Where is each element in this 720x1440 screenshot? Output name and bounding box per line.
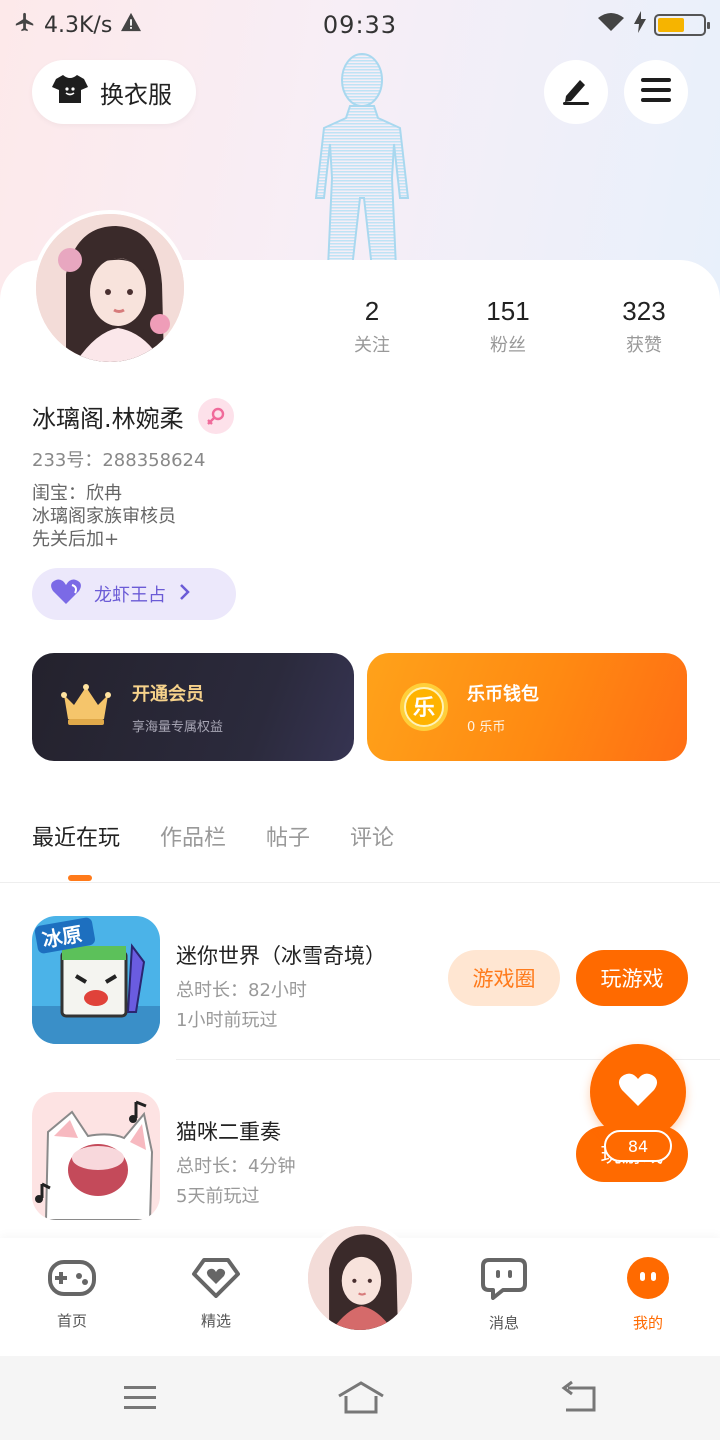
back-arrow-icon: [558, 1380, 602, 1422]
game-last-played: 1小时前玩过: [176, 1010, 278, 1031]
game-list-item[interactable]: 冰原 迷你世界（冰雪奇境） 总时长：82小时 1小时前玩过 游戏圈 玩游戏: [0, 884, 720, 1060]
charging-icon: [633, 11, 646, 39]
wifi-icon: [596, 11, 626, 39]
pen-icon: [560, 74, 592, 110]
nav-messages[interactable]: 消息: [456, 1256, 552, 1333]
coin-glyph: 乐: [413, 696, 435, 721]
nav-center-avatar[interactable]: [304, 1222, 416, 1334]
nickname: 冰璃阁.林婉柔: [32, 404, 184, 433]
chat-icon: [481, 1256, 527, 1304]
stat-label: 获赞: [626, 335, 662, 356]
profile-stats: 2 关注 151 粉丝 323 获赞: [304, 296, 712, 357]
chevron-right-icon: [178, 583, 190, 606]
play-game-button[interactable]: 玩游戏: [576, 950, 688, 1006]
profile-nickname-row: 冰璃阁.林婉柔: [32, 398, 234, 434]
active-tab-indicator: [68, 875, 92, 881]
menu-button[interactable]: [624, 60, 688, 124]
home-button[interactable]: [336, 1378, 386, 1418]
bio-line: 先关后加+: [32, 529, 120, 550]
bio-line: 闺宝：欣冉: [32, 483, 122, 504]
avatar-figure-icon[interactable]: [300, 48, 424, 268]
wallet-card[interactable]: 乐 乐币钱包 0 乐币: [367, 653, 687, 761]
status-bar: 4.3K/s 09:33: [0, 0, 720, 50]
status-time: 09:33: [322, 11, 398, 39]
nav-me[interactable]: 我的: [600, 1256, 696, 1333]
female-gender-icon: [197, 398, 234, 434]
nav-home[interactable]: 首页: [24, 1256, 120, 1331]
nav-label: 我的: [632, 1314, 663, 1332]
stat-label: 粉丝: [490, 335, 526, 356]
home-outline-icon: [336, 1381, 386, 1422]
bio-line: 冰璃阁家族审核员: [32, 506, 176, 527]
back-button[interactable]: [558, 1378, 602, 1418]
coin-icon: 乐: [399, 682, 449, 732]
stat-label: 关注: [354, 335, 390, 356]
stat-likes[interactable]: 323 获赞: [576, 296, 712, 357]
heart-diamond-icon: [191, 1256, 241, 1302]
change-outfit-button[interactable]: 换衣服: [32, 60, 196, 124]
like-count-badge: 84: [604, 1130, 672, 1162]
tab-recently-played[interactable]: 最近在玩: [32, 820, 120, 852]
warning-icon: [120, 12, 142, 38]
floating-like-button[interactable]: [590, 1044, 686, 1140]
profile-tag-pill[interactable]: 龙虾王占: [32, 568, 236, 620]
nav-label: 首页: [56, 1312, 87, 1330]
tabs-divider: [0, 882, 720, 883]
content-tabs: 最近在玩 作品栏 帖子 评论: [32, 820, 394, 852]
airplane-icon: [14, 11, 36, 39]
game-circle-button[interactable]: 游戏圈: [448, 950, 560, 1006]
nav-featured[interactable]: 精选: [168, 1256, 264, 1331]
game-total-time: 总时长：4分钟: [176, 1156, 296, 1177]
stat-value: 151: [486, 296, 530, 326]
gamepad-icon: [47, 1256, 97, 1302]
stat-following[interactable]: 2 关注: [304, 296, 440, 357]
tag-label: 龙虾王占: [94, 585, 166, 606]
vip-subtitle: 享海量专属权益: [132, 719, 224, 735]
edit-profile-button[interactable]: [544, 60, 608, 124]
game-name: 猫咪二重奏: [176, 1120, 281, 1144]
network-speed: 4.3K/s: [44, 12, 113, 38]
vip-title: 开通会员: [132, 683, 204, 705]
battery-icon: [653, 14, 710, 36]
user-id: 233号：288358624: [32, 450, 206, 471]
nav-label: 精选: [200, 1312, 231, 1330]
tab-comments[interactable]: 评论: [350, 820, 394, 852]
game-name: 迷你世界（冰雪奇境）: [176, 944, 386, 968]
heart-icon: [618, 1072, 658, 1112]
purple-heart-icon: [50, 579, 82, 610]
tab-posts[interactable]: 帖子: [266, 820, 310, 852]
profile-avatar[interactable]: [32, 210, 188, 366]
stat-value: 323: [622, 296, 666, 326]
tshirt-icon: [52, 73, 88, 111]
game-total-time: 总时长：82小时: [176, 980, 307, 1001]
recent-apps-button[interactable]: [118, 1378, 162, 1418]
crown-icon: [60, 683, 112, 731]
smiley-icon: [626, 1256, 670, 1304]
game-icon-cat-duet[interactable]: [32, 1092, 160, 1220]
stat-value: 2: [364, 296, 380, 326]
wallet-balance: 0 乐币: [467, 719, 506, 735]
game-icon-mini-world[interactable]: 冰原: [32, 916, 160, 1044]
profile-bio: 闺宝：欣冉 冰璃阁家族审核员 先关后加+: [32, 482, 176, 551]
tab-works[interactable]: 作品栏: [160, 820, 226, 852]
nav-label: 消息: [488, 1314, 519, 1332]
menu-lines-icon: [118, 1386, 162, 1422]
stat-followers[interactable]: 151 粉丝: [440, 296, 576, 357]
menu-icon: [640, 76, 672, 108]
vip-membership-card[interactable]: 开通会员 享海量专属权益: [32, 653, 354, 761]
change-outfit-label: 换衣服: [100, 80, 172, 109]
game-last-played: 5天前玩过: [176, 1186, 260, 1207]
wallet-title: 乐币钱包: [467, 683, 539, 705]
